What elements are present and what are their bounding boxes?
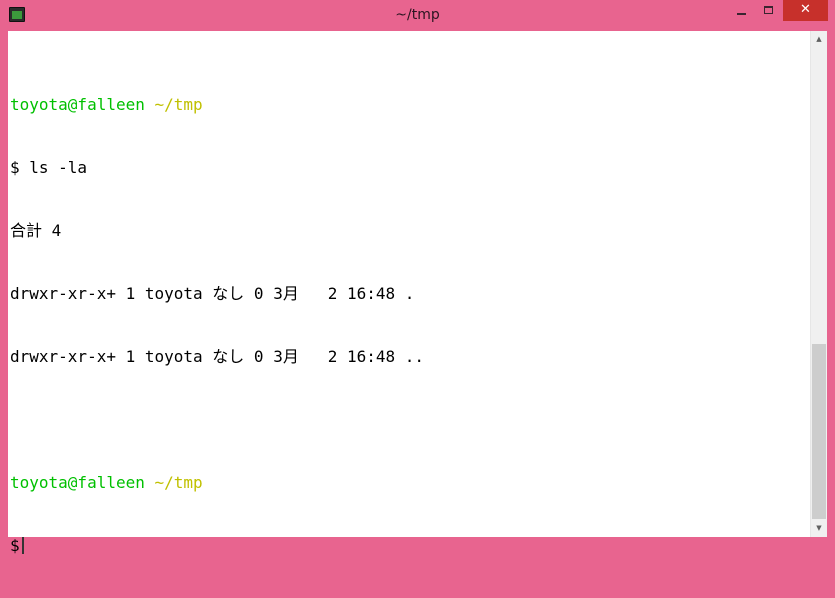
prompt-directory: ~/tmp <box>154 95 203 114</box>
title-bar[interactable]: ~/tmp ✕ <box>0 0 835 31</box>
terminal-client-area[interactable]: toyota@falleen ~/tmp $ ls -la 合計 4 drwxr… <box>8 31 827 555</box>
scroll-down-arrow-icon[interactable]: ▼ <box>811 520 827 537</box>
terminal-line-command: $ ls -la <box>10 158 88 177</box>
prompt-user-host: toyota@falleen <box>10 473 145 492</box>
terminal-line-prompt1: toyota@falleen ~/tmp <box>10 94 808 115</box>
window-title: ~/tmp <box>395 7 440 23</box>
maximize-icon <box>764 6 773 14</box>
prompt-user-host: toyota@falleen <box>10 95 145 114</box>
minimize-button[interactable] <box>729 0 754 21</box>
terminal-line-listing-2: drwxr-xr-x+ 1 toyota なし 0 3月 2 16:48 .. <box>10 347 425 366</box>
terminal-icon-screen <box>12 11 22 19</box>
prompt-symbol: $ <box>10 536 20 555</box>
maximize-button[interactable] <box>755 0 782 21</box>
terminal-line-total: 合計 4 <box>10 221 62 240</box>
close-button[interactable]: ✕ <box>783 0 828 21</box>
terminal-window: ~/tmp ✕ toyota@falleen ~/tmp $ ls -la 合計… <box>0 0 835 555</box>
minimize-icon <box>737 13 746 15</box>
terminal-text-area[interactable]: toyota@falleen ~/tmp $ ls -la 合計 4 drwxr… <box>10 52 808 598</box>
scrollbar-thumb[interactable] <box>812 344 826 519</box>
terminal-line-input[interactable]: $ <box>10 535 808 556</box>
terminal-line-prompt2: toyota@falleen ~/tmp <box>10 472 808 493</box>
text-cursor <box>21 537 24 554</box>
close-icon: ✕ <box>800 2 811 17</box>
scroll-up-arrow-icon[interactable]: ▲ <box>811 31 827 48</box>
terminal-app-icon[interactable] <box>9 7 25 22</box>
prompt-directory: ~/tmp <box>154 473 203 492</box>
terminal-line-listing-1: drwxr-xr-x+ 1 toyota なし 0 3月 2 16:48 . <box>10 284 415 303</box>
vertical-scrollbar[interactable]: ▲ ▼ <box>810 31 827 537</box>
